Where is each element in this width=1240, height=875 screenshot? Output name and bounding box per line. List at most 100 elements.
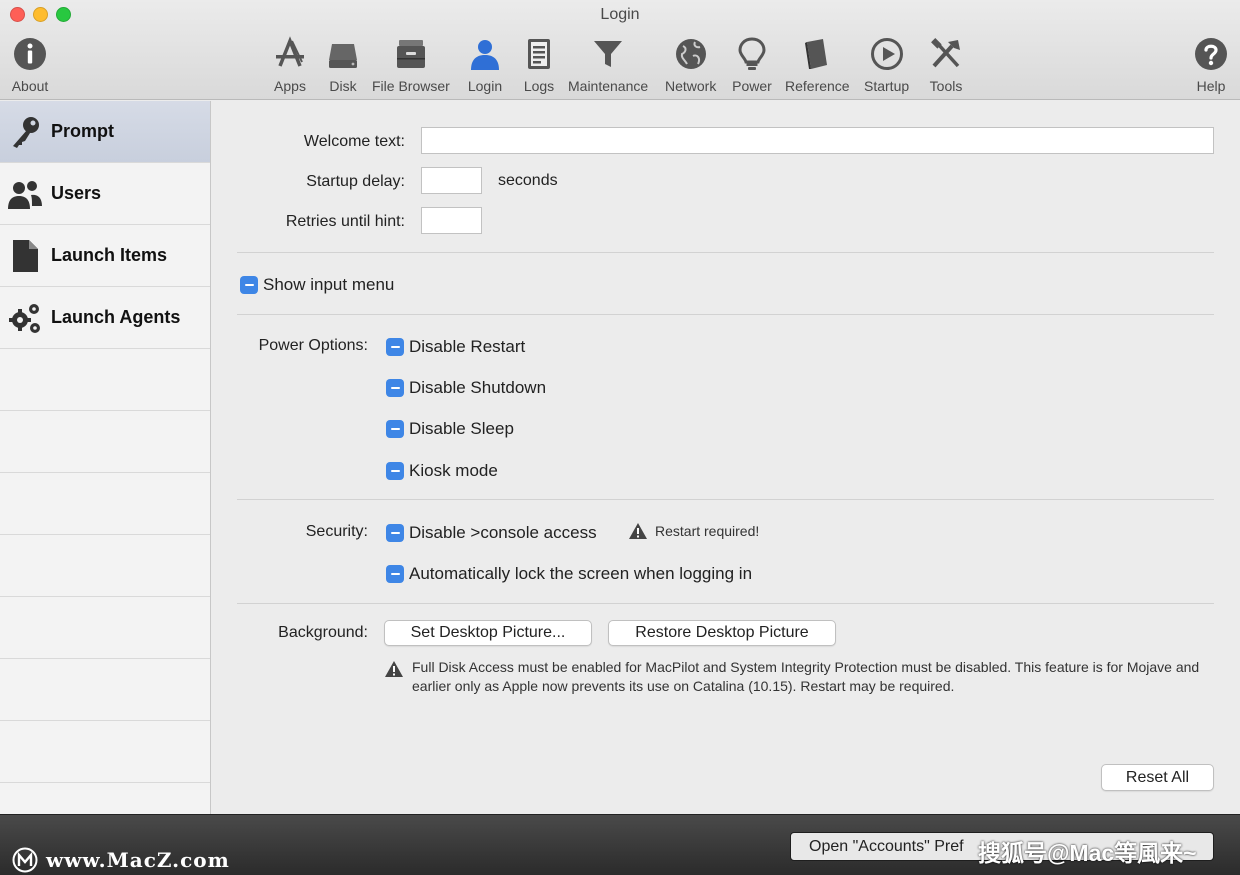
toolbar-about-button[interactable]: About [10, 34, 50, 96]
sidebar-item-launch-items[interactable]: Launch Items [0, 225, 210, 287]
warning-icon [629, 523, 647, 539]
toolbar-startup-button[interactable]: Startup [864, 34, 909, 96]
sidebar-item-prompt[interactable]: Prompt [0, 101, 210, 163]
macz-logo-icon [12, 847, 38, 873]
toolbar-logs-button[interactable]: Logs [519, 34, 559, 96]
checkbox-label: Kiosk mode [409, 461, 498, 480]
kiosk-mode-checkbox[interactable]: Kiosk mode [386, 461, 498, 481]
toolbar-power-button[interactable]: Power [732, 34, 772, 96]
logs-icon [519, 34, 559, 74]
checkbox-mixed [386, 524, 404, 542]
restore-desktop-picture-button[interactable]: Restore Desktop Picture [608, 620, 836, 646]
toolbar-tools-label: Tools [929, 78, 963, 94]
disable-shutdown-checkbox[interactable]: Disable Shutdown [386, 378, 546, 398]
sidebar-empty-row [0, 597, 210, 659]
startup-delay-unit: seconds [498, 172, 558, 189]
checkbox-label: Disable Restart [409, 337, 526, 356]
full-disk-access-note: Full Disk Access must be enabled for Mac… [412, 659, 1200, 694]
sidebar-item-launch-agents[interactable]: Launch Agents [0, 287, 210, 349]
show-input-menu-checkbox[interactable]: Show input menu [240, 275, 394, 295]
key-icon [6, 112, 44, 152]
welcome-text-input[interactable] [421, 127, 1214, 154]
toolbar-help-label: Help [1196, 78, 1226, 94]
checkbox-label: Disable >console access [409, 523, 597, 542]
separator [237, 314, 1214, 315]
watermark-right: 搜狐号@Mac等風来~ [978, 840, 1197, 866]
users-icon [6, 174, 44, 214]
gears-icon [6, 298, 44, 338]
sidebar-empty-row [0, 411, 210, 473]
sidebar-item-label: Prompt [51, 121, 114, 141]
checkbox-mixed [386, 462, 404, 480]
window-toolbar: Login About Apps Disk File Browser Login [0, 0, 1240, 100]
disable-console-access-checkbox[interactable]: Disable >console access [386, 523, 597, 543]
watermark-left-text: www.MacZ.com [46, 848, 230, 872]
separator [237, 252, 1214, 253]
sidebar-item-users[interactable]: Users [0, 163, 210, 225]
toolbar-network-button[interactable]: Network [665, 34, 716, 96]
sidebar-item-label: Launch Agents [51, 307, 181, 327]
separator [237, 603, 1214, 604]
auto-lock-screen-checkbox[interactable]: Automatically lock the screen when loggi… [386, 564, 752, 584]
disable-restart-checkbox[interactable]: Disable Restart [386, 337, 525, 357]
checkbox-label: Disable Shutdown [409, 378, 547, 397]
restart-required-notice: Restart required! [628, 522, 759, 540]
toolbar-reference-label: Reference [785, 78, 850, 94]
toolbar-logs-label: Logs [523, 78, 555, 94]
checkbox-label: Disable Sleep [409, 419, 514, 438]
checkbox-label: Show input menu [263, 275, 395, 294]
document-icon [6, 236, 44, 276]
sidebar: Prompt Users Launch Items Launch Agents [0, 101, 211, 814]
toolbar-disk-label: Disk [329, 78, 357, 94]
tools-icon [926, 34, 966, 74]
sidebar-empty-row [0, 473, 210, 535]
globe-icon [671, 34, 711, 74]
checkbox-mixed [386, 565, 404, 583]
file-browser-icon [391, 34, 431, 74]
background-label: Background: [278, 624, 368, 641]
warning-icon [385, 661, 403, 677]
toolbar-tools-button[interactable]: Tools [926, 34, 966, 96]
toolbar-network-label: Network [665, 78, 717, 94]
checkbox-mixed [386, 379, 404, 397]
toolbar-power-label: Power [732, 78, 772, 94]
play-icon [867, 34, 907, 74]
sidebar-item-label: Launch Items [51, 245, 168, 265]
disk-icon [323, 34, 363, 74]
power-options-label: Power Options: [258, 337, 368, 354]
restart-required-text: Restart required! [655, 523, 760, 539]
toolbar-disk-button[interactable]: Disk [323, 34, 363, 96]
welcome-text-label: Welcome text: [303, 133, 405, 150]
toolbar-login-button[interactable]: Login [465, 34, 505, 96]
toolbar-apps-button[interactable]: Apps [270, 34, 310, 96]
checkbox-mixed [386, 338, 404, 356]
toolbar-apps-label: Apps [274, 78, 306, 94]
login-prompt-panel: Welcome text: Startup delay: seconds Ret… [212, 101, 1240, 814]
startup-delay-label: Startup delay: [306, 173, 405, 190]
retries-until-hint-input[interactable] [421, 207, 482, 234]
disable-sleep-checkbox[interactable]: Disable Sleep [386, 419, 514, 439]
info-icon [10, 34, 50, 74]
sidebar-empty-row [0, 349, 210, 411]
toolbar-maintenance-button[interactable]: Maintenance [568, 34, 648, 96]
security-label: Security: [305, 523, 368, 540]
toolbar-reference-button[interactable]: Reference [785, 34, 850, 96]
startup-delay-input[interactable] [421, 167, 482, 194]
reset-all-button[interactable]: Reset All [1101, 764, 1214, 791]
window-title: Login [600, 6, 640, 23]
toolbar-startup-label: Startup [864, 78, 910, 94]
book-icon [797, 34, 837, 74]
toolbar-file-browser-label: File Browser [372, 78, 450, 94]
sidebar-empty-row [0, 535, 210, 597]
toolbar-help-button[interactable]: Help [1191, 34, 1231, 96]
login-user-icon [465, 34, 505, 74]
watermark-left: www.MacZ.com [12, 847, 230, 873]
checkbox-mixed [386, 420, 404, 438]
sidebar-empty-row [0, 659, 210, 721]
toolbar-maintenance-label: Maintenance [568, 78, 649, 94]
lightbulb-icon [732, 34, 772, 74]
checkbox-label: Automatically lock the screen when loggi… [409, 564, 753, 583]
bottom-bar: Open "Accounts" Pref www.MacZ.com 搜狐号@Ma… [0, 814, 1240, 875]
set-desktop-picture-button[interactable]: Set Desktop Picture... [384, 620, 592, 646]
toolbar-file-browser-button[interactable]: File Browser [372, 34, 450, 96]
